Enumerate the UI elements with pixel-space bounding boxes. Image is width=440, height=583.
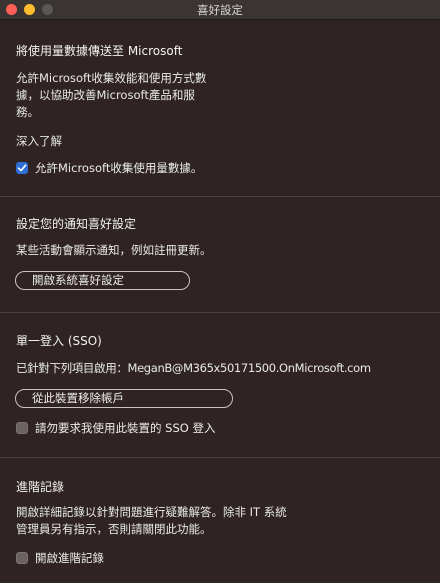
section-divider xyxy=(0,312,440,313)
section-divider xyxy=(0,457,440,458)
section-divider xyxy=(0,196,440,197)
telemetry-description: 允許Microsoft收集效能和使用方式數據，以協助改善Microsoft產品和… xyxy=(16,71,207,119)
telemetry-heading: 將使用量數據傳送至 Microsoft xyxy=(16,44,183,58)
remove-account-button[interactable]: 從此裝置移除帳戶 xyxy=(15,389,233,408)
advanced-logging-checkbox[interactable] xyxy=(16,552,28,564)
telemetry-checkbox[interactable] xyxy=(16,162,28,174)
open-system-preferences-button[interactable]: 開啟系統喜好設定 xyxy=(15,271,190,290)
window-title: 喜好設定 xyxy=(197,3,243,17)
advanced-logging-checkbox-label: 開啟進階記錄 xyxy=(35,551,104,565)
sso-opt-out-checkbox[interactable] xyxy=(16,422,28,434)
learn-more-link[interactable]: 深入了解 xyxy=(16,133,62,149)
telemetry-checkbox-label: 允許Microsoft收集使用量數據。 xyxy=(35,161,203,175)
preferences-content: 將使用量數據傳送至 Microsoft 允許Microsoft收集效能和使用方式… xyxy=(0,20,440,583)
sso-heading: 單一登入 (SSO) xyxy=(16,334,102,348)
logging-description: 開啟詳細記錄以針對問題進行疑難解答。除非 IT 系統管理員另有指示，否則請關閉此… xyxy=(16,505,287,536)
notifications-heading: 設定您的通知喜好設定 xyxy=(16,217,137,231)
sso-opt-out-checkbox-label: 請勿要求我使用此裝置的 SSO 登入 xyxy=(35,421,216,435)
notifications-description: 某些活動會顯示通知，例如註冊更新。 xyxy=(16,243,212,257)
sso-enabled-account: 已針對下列項目啟用：MeganB@M365x50171500.OnMicroso… xyxy=(16,361,371,375)
checkmark-icon xyxy=(17,164,27,172)
logging-heading: 進階記錄 xyxy=(16,480,65,494)
title-bar: 喜好設定 xyxy=(0,0,440,20)
